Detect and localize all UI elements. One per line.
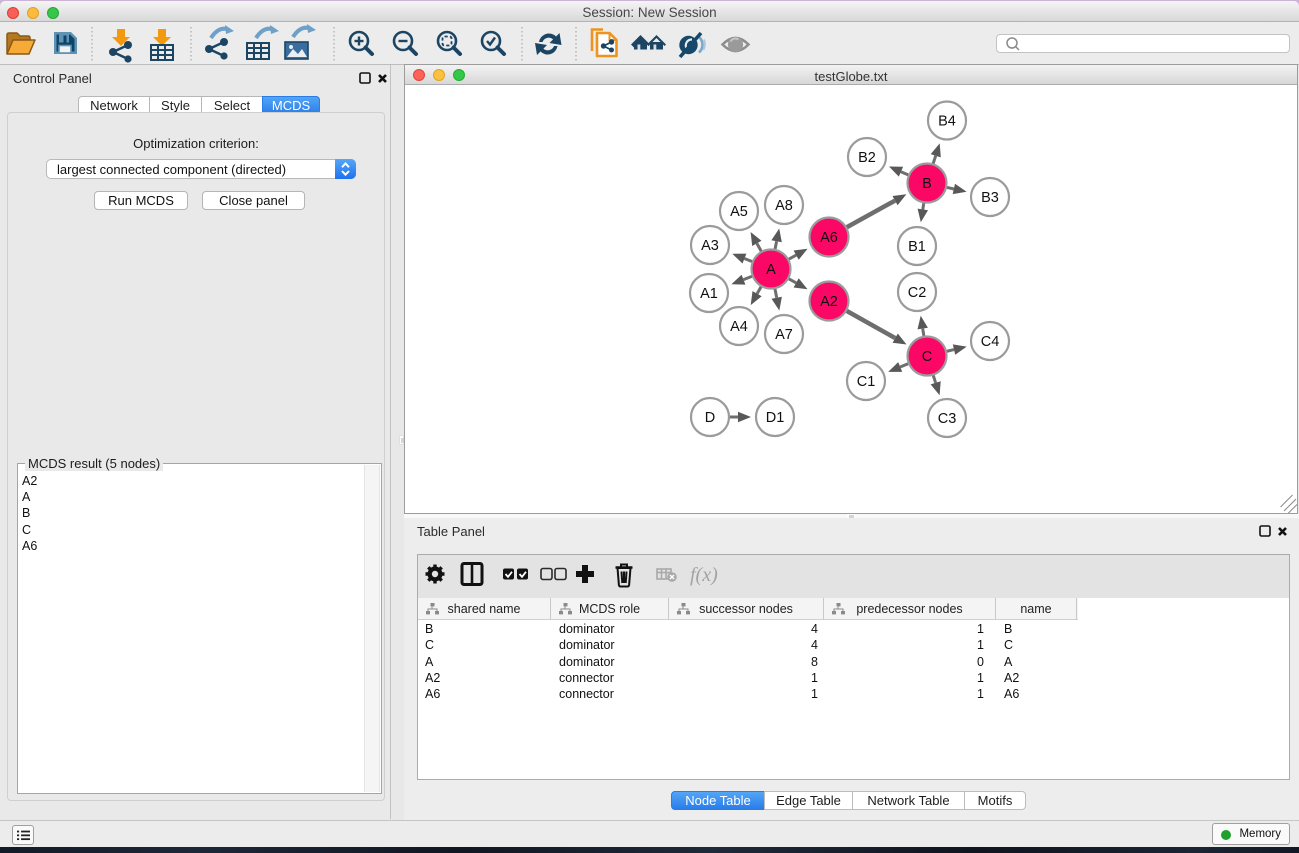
- svg-text:B4: B4: [938, 114, 956, 130]
- svg-text:A7: A7: [775, 327, 793, 343]
- svg-text:C4: C4: [981, 334, 1000, 350]
- svg-text:B: B: [922, 176, 932, 192]
- svg-text:B2: B2: [858, 150, 876, 166]
- svg-text:B3: B3: [981, 190, 999, 206]
- svg-text:D: D: [705, 410, 715, 426]
- svg-text:A2: A2: [820, 294, 838, 310]
- svg-text:C: C: [922, 349, 932, 365]
- svg-text:A5: A5: [730, 204, 748, 220]
- svg-text:C3: C3: [938, 411, 957, 427]
- svg-text:f(x): f(x): [690, 564, 718, 586]
- svg-text:D1: D1: [766, 410, 785, 426]
- svg-text:B1: B1: [908, 239, 926, 255]
- svg-text:A6: A6: [820, 230, 838, 246]
- svg-text:A: A: [766, 262, 776, 278]
- svg-text:C2: C2: [908, 285, 927, 301]
- svg-text:A3: A3: [701, 238, 719, 254]
- svg-text:A1: A1: [700, 286, 718, 302]
- svg-text:A8: A8: [775, 198, 793, 214]
- svg-text:A4: A4: [730, 319, 748, 335]
- svg-text:C1: C1: [857, 374, 876, 390]
